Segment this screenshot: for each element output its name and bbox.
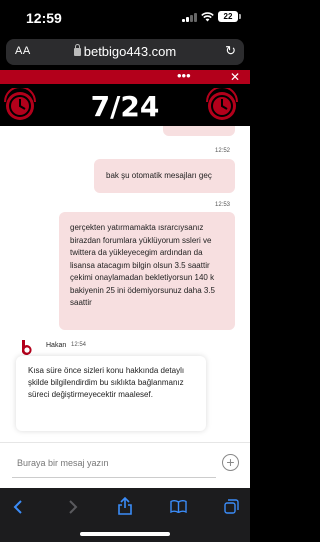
bookmarks-icon[interactable]	[170, 500, 187, 513]
message-timestamp: 12:52	[215, 148, 231, 154]
user-message-text: bak şu otomatik mesajları geç	[106, 171, 212, 180]
user-message-bubble: gerçekten yatırmamakta ısrarcıysanız bir…	[59, 212, 235, 330]
input-underline	[12, 477, 216, 478]
more-menu-icon[interactable]: •••	[177, 68, 191, 83]
agent-name: Hakan	[46, 342, 67, 349]
user-message-text: gerçekten yatırmamakta ısrarcıysanız bir…	[70, 223, 215, 307]
forward-icon[interactable]	[68, 500, 78, 514]
url-display[interactable]: betbigo443.com	[6, 44, 244, 59]
status-icons: 22	[182, 11, 241, 22]
address-bar[interactable]: AA betbigo443.com ↻	[6, 39, 244, 65]
agent-message-text: Kısa süre önce sizleri konu hakkında det…	[28, 366, 185, 399]
lock-icon	[73, 44, 81, 56]
support-banner: 7/24	[0, 84, 250, 126]
battery-icon: 22	[218, 11, 241, 22]
status-time: 12:59	[26, 10, 62, 26]
message-input[interactable]: Buraya bir mesaj yazın	[17, 458, 109, 468]
previous-user-bubble	[163, 126, 235, 136]
add-attachment-icon[interactable]: +	[222, 454, 239, 471]
agent-avatar-logo	[22, 340, 32, 355]
agent-timestamp: 12:54	[71, 342, 87, 348]
agent-message-bubble: Kısa süre önce sizleri konu hakkında det…	[16, 356, 206, 431]
support-clock-icon-right	[206, 88, 238, 120]
message-composer: Buraya bir mesaj yazın +	[0, 442, 250, 488]
tabs-icon[interactable]	[224, 499, 239, 514]
close-icon[interactable]: ✕	[230, 70, 240, 84]
share-icon[interactable]	[118, 497, 132, 515]
reload-icon[interactable]: ↻	[225, 43, 236, 59]
cellular-signal-icon	[182, 12, 197, 22]
back-icon[interactable]	[13, 500, 23, 514]
user-message-bubble: bak şu otomatik mesajları geç	[94, 159, 235, 193]
chat-widget-header: ••• ✕	[0, 68, 250, 84]
message-timestamp: 12:53	[215, 202, 231, 208]
home-indicator	[80, 532, 170, 536]
status-bar: 12:59 22	[0, 0, 250, 36]
wifi-icon	[201, 11, 214, 21]
url-text: betbigo443.com	[83, 44, 177, 59]
chat-transcript[interactable]: 12:52 bak şu otomatik mesajları geç 12:5…	[0, 126, 250, 442]
